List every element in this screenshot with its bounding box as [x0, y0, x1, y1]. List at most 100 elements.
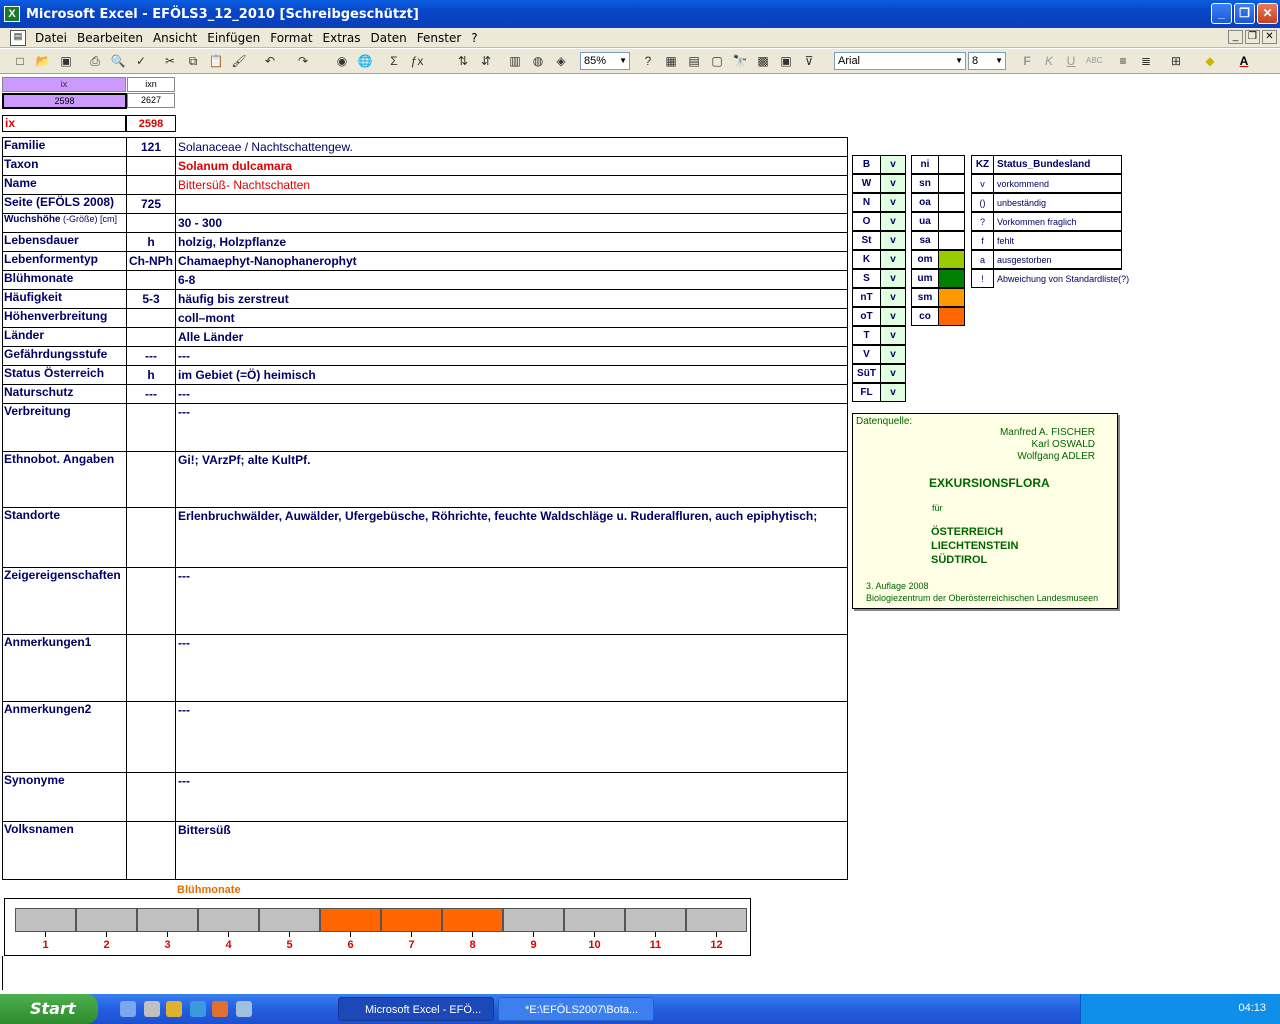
hyperlink-icon[interactable]: ◉	[334, 53, 350, 69]
zone-key-cell[interactable]: ua	[911, 212, 939, 231]
quicklaunch-app-icon[interactable]	[144, 1001, 160, 1017]
tool-icon-e[interactable]: ▣	[778, 53, 794, 69]
undo-icon[interactable]: ↶	[262, 53, 278, 69]
redo-icon[interactable]: ↷	[295, 53, 311, 69]
big-row-value[interactable]: ---	[178, 405, 838, 419]
zone-color-cell[interactable]	[938, 307, 965, 326]
menu-bearbeiten[interactable]: Bearbeiten	[72, 31, 148, 45]
zone-key-cell[interactable]: co	[911, 307, 939, 326]
zone-key-cell[interactable]: um	[911, 269, 939, 288]
find-icon[interactable]: 🔭	[732, 53, 748, 69]
print-icon[interactable]: ⎙	[87, 53, 103, 69]
state-key-cell[interactable]: O	[852, 212, 881, 231]
row-value[interactable]: häufig bis zerstreut	[178, 292, 838, 306]
ix-red-cell[interactable]: 2598	[126, 115, 176, 132]
zone-key-cell[interactable]: sa	[911, 231, 939, 250]
maximize-button[interactable]: ❐	[1234, 3, 1255, 24]
zone-color-cell[interactable]	[938, 250, 965, 269]
state-key-cell[interactable]: St	[852, 231, 881, 250]
map-icon[interactable]: ◍	[530, 53, 546, 69]
zone-color-cell[interactable]	[938, 269, 965, 288]
menu-extras[interactable]: Extras	[318, 31, 366, 45]
big-row-value[interactable]: ---	[178, 703, 838, 717]
new-icon[interactable]: □	[12, 53, 28, 69]
row-value[interactable]: coll–mont	[178, 311, 838, 325]
row-code[interactable]: h	[127, 235, 175, 249]
align-center-icon[interactable]: ≣	[1138, 53, 1154, 69]
state-value-cell[interactable]: v	[880, 269, 906, 288]
row-value[interactable]: ---	[178, 387, 838, 401]
ixn-header-cell[interactable]: ixn	[127, 77, 175, 92]
open-icon[interactable]: 📂	[35, 53, 51, 69]
row-value[interactable]: 30 - 300	[178, 216, 838, 230]
quicklaunch-media-icon[interactable]	[166, 1001, 182, 1017]
menu-einfuegen[interactable]: Einfügen	[202, 31, 265, 45]
state-key-cell[interactable]: V	[852, 345, 881, 364]
filter-icon[interactable]: ⊽	[801, 53, 817, 69]
state-value-cell[interactable]: v	[880, 288, 906, 307]
bold-icon[interactable]: F	[1019, 53, 1035, 69]
big-row-value[interactable]: Gi!; VArzPf; alte KultPf.	[178, 453, 838, 467]
cut-icon[interactable]: ✂	[162, 53, 178, 69]
state-key-cell[interactable]: N	[852, 193, 881, 212]
close-button[interactable]: ✕	[1257, 3, 1278, 24]
tool-icon-c[interactable]: ▢	[709, 53, 725, 69]
row-code[interactable]: ---	[127, 349, 175, 363]
tool-icon-d[interactable]: ▩	[755, 53, 771, 69]
state-value-cell[interactable]: v	[880, 155, 906, 174]
zone-color-cell[interactable]	[938, 155, 965, 174]
zoom-select[interactable]: 85% ▼	[580, 52, 630, 70]
state-value-cell[interactable]: v	[880, 364, 906, 383]
strikethrough-icon[interactable]: ABC	[1086, 53, 1102, 69]
row-value[interactable]: holzig, Holzpflanze	[178, 235, 838, 249]
doc-close-button[interactable]: ✕	[1262, 30, 1277, 44]
zone-color-cell[interactable]	[938, 212, 965, 231]
print-preview-icon[interactable]: 🔍	[110, 53, 126, 69]
font-color-icon[interactable]: A	[1236, 53, 1252, 69]
big-row-value[interactable]: ---	[178, 569, 838, 583]
state-value-cell[interactable]: v	[880, 193, 906, 212]
ix-label-cell[interactable]: ix	[2, 115, 126, 132]
state-key-cell[interactable]: K	[852, 250, 881, 269]
state-value-cell[interactable]: v	[880, 326, 906, 345]
state-key-cell[interactable]: oT	[852, 307, 881, 326]
row-code[interactable]: ---	[127, 387, 175, 401]
state-value-cell[interactable]: v	[880, 307, 906, 326]
row-code[interactable]: 5-3	[127, 292, 175, 306]
web-icon[interactable]: 🌐	[357, 53, 373, 69]
worksheet[interactable]: ix ixn 2598 2627 ix 2598 Familie 121 Solan…	[0, 75, 1280, 991]
chart-wizard-icon[interactable]: ▥	[507, 53, 523, 69]
menu-ansicht[interactable]: Ansicht	[148, 31, 202, 45]
state-key-cell[interactable]: T	[852, 326, 881, 345]
state-key-cell[interactable]: nT	[852, 288, 881, 307]
quicklaunch-ie-icon[interactable]	[190, 1001, 206, 1017]
big-row-value[interactable]: Erlenbruchwälder, Auwälder, Ufergebüsche…	[178, 509, 838, 523]
help-icon[interactable]: ?	[640, 53, 656, 69]
task-explorer[interactable]: *E:\EFÖLS2007\Bota...	[498, 997, 654, 1021]
zone-key-cell[interactable]: ni	[911, 155, 939, 174]
state-key-cell[interactable]: B	[852, 155, 881, 174]
paste-icon[interactable]: 📋	[208, 53, 224, 69]
state-value-cell[interactable]: v	[880, 231, 906, 250]
zone-key-cell[interactable]: om	[911, 250, 939, 269]
menu-daten[interactable]: Daten	[365, 31, 411, 45]
big-row-value[interactable]: ---	[178, 774, 838, 788]
state-value-cell[interactable]: v	[880, 250, 906, 269]
zone-color-cell[interactable]	[938, 231, 965, 250]
italic-icon[interactable]: K	[1041, 53, 1057, 69]
state-value-cell[interactable]: v	[880, 212, 906, 231]
ix-header-cell[interactable]: ix	[2, 77, 126, 92]
ixn-value-cell[interactable]: 2627	[127, 93, 175, 108]
align-left-icon[interactable]: ≡	[1115, 53, 1131, 69]
state-value-cell[interactable]: v	[880, 383, 906, 402]
row-value[interactable]: ---	[178, 349, 838, 363]
borders-icon[interactable]: ⊞	[1168, 53, 1184, 69]
state-key-cell[interactable]: SüT	[852, 364, 881, 383]
big-row-value[interactable]: Bittersüß	[178, 823, 838, 837]
tool-icon-a[interactable]: ▦	[663, 53, 679, 69]
menu-help[interactable]: ?	[466, 31, 482, 45]
format-painter-icon[interactable]: 🖌	[231, 53, 247, 69]
drawing-icon[interactable]: ◈	[553, 53, 569, 69]
sort-desc-icon[interactable]: ⇵	[478, 53, 494, 69]
state-key-cell[interactable]: W	[852, 174, 881, 193]
